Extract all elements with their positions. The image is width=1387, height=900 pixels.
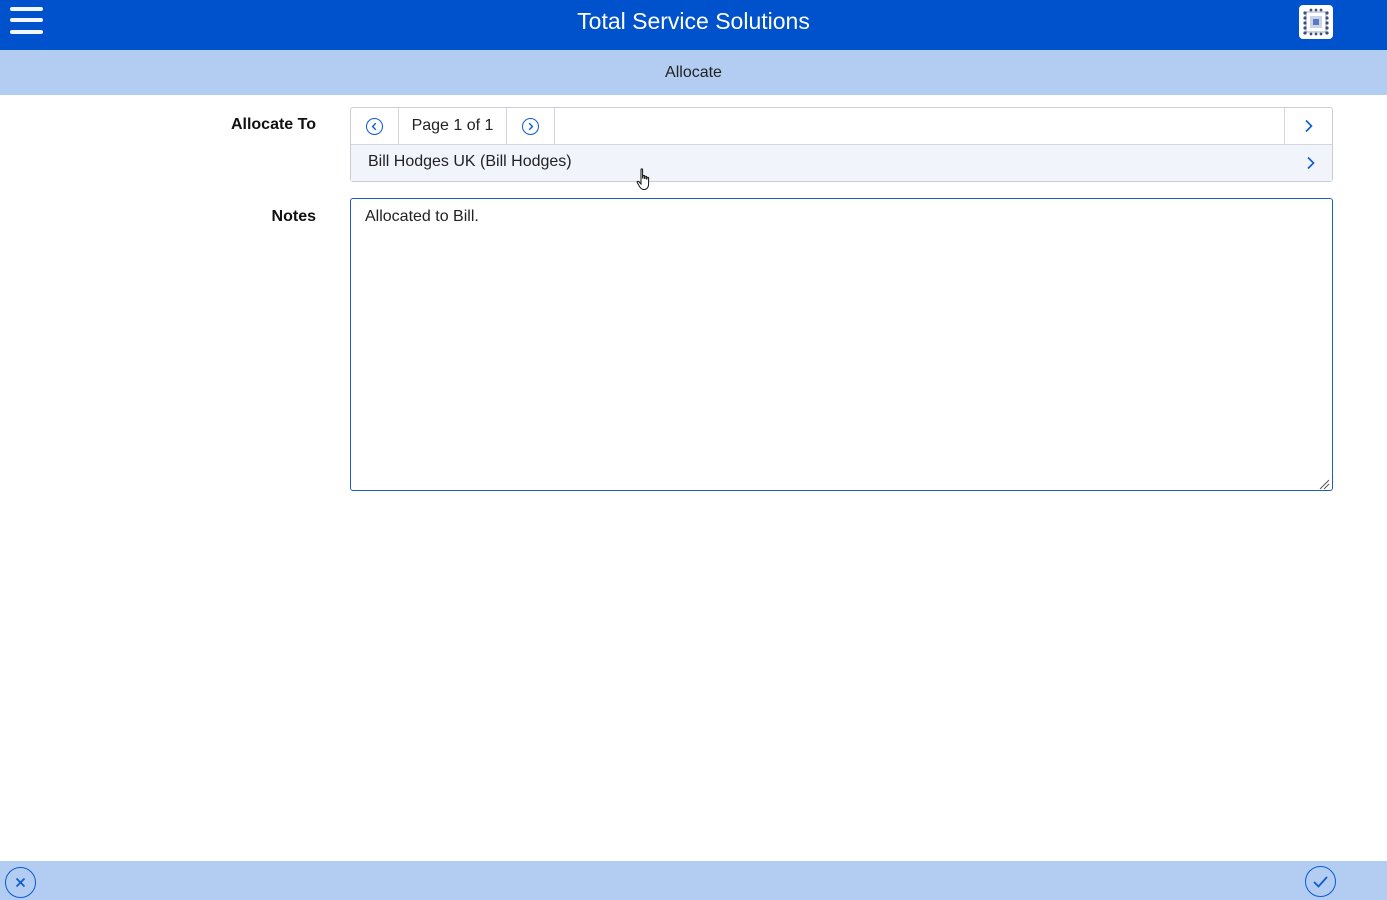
- allocate-to-lookup: Page 1 of 1 Bill Hodges UK (Bill Hodges): [350, 107, 1333, 182]
- page-indicator: Page 1 of 1: [399, 108, 507, 144]
- hand-cursor-icon: [636, 168, 650, 190]
- circle-close-icon: [15, 877, 26, 888]
- circle-check-icon: [1313, 876, 1328, 888]
- circle-chevron-right-icon: [522, 117, 539, 135]
- app-header: Total Service Solutions: [0, 0, 1387, 50]
- list-item-label: Bill Hodges UK (Bill Hodges): [368, 153, 572, 170]
- chevron-right-icon: [1305, 119, 1313, 133]
- page-subheader: Allocate: [0, 50, 1387, 95]
- allocate-to-label: Allocate To: [230, 116, 316, 133]
- prev-page-button[interactable]: [351, 108, 399, 144]
- action-footer: [0, 861, 1387, 900]
- open-lookup-button[interactable]: [1284, 108, 1332, 144]
- confirm-button[interactable]: [1305, 866, 1336, 897]
- notes-textarea[interactable]: Allocated to Bill.: [350, 198, 1333, 491]
- resize-grip-icon[interactable]: [1318, 478, 1330, 490]
- list-item[interactable]: Bill Hodges UK (Bill Hodges): [351, 145, 1332, 181]
- pager-row: Page 1 of 1: [351, 108, 1332, 145]
- cancel-button[interactable]: [5, 867, 36, 898]
- page-indicator-text: Page 1 of 1: [411, 117, 494, 134]
- circle-chevron-left-icon: [366, 117, 383, 135]
- app-title: Total Service Solutions: [577, 8, 810, 34]
- next-page-button[interactable]: [507, 108, 555, 144]
- page-title: Allocate: [665, 64, 722, 81]
- chevron-right-icon: [1307, 156, 1315, 170]
- notes-label: Notes: [271, 208, 316, 225]
- app-logo-icon[interactable]: [1299, 5, 1333, 39]
